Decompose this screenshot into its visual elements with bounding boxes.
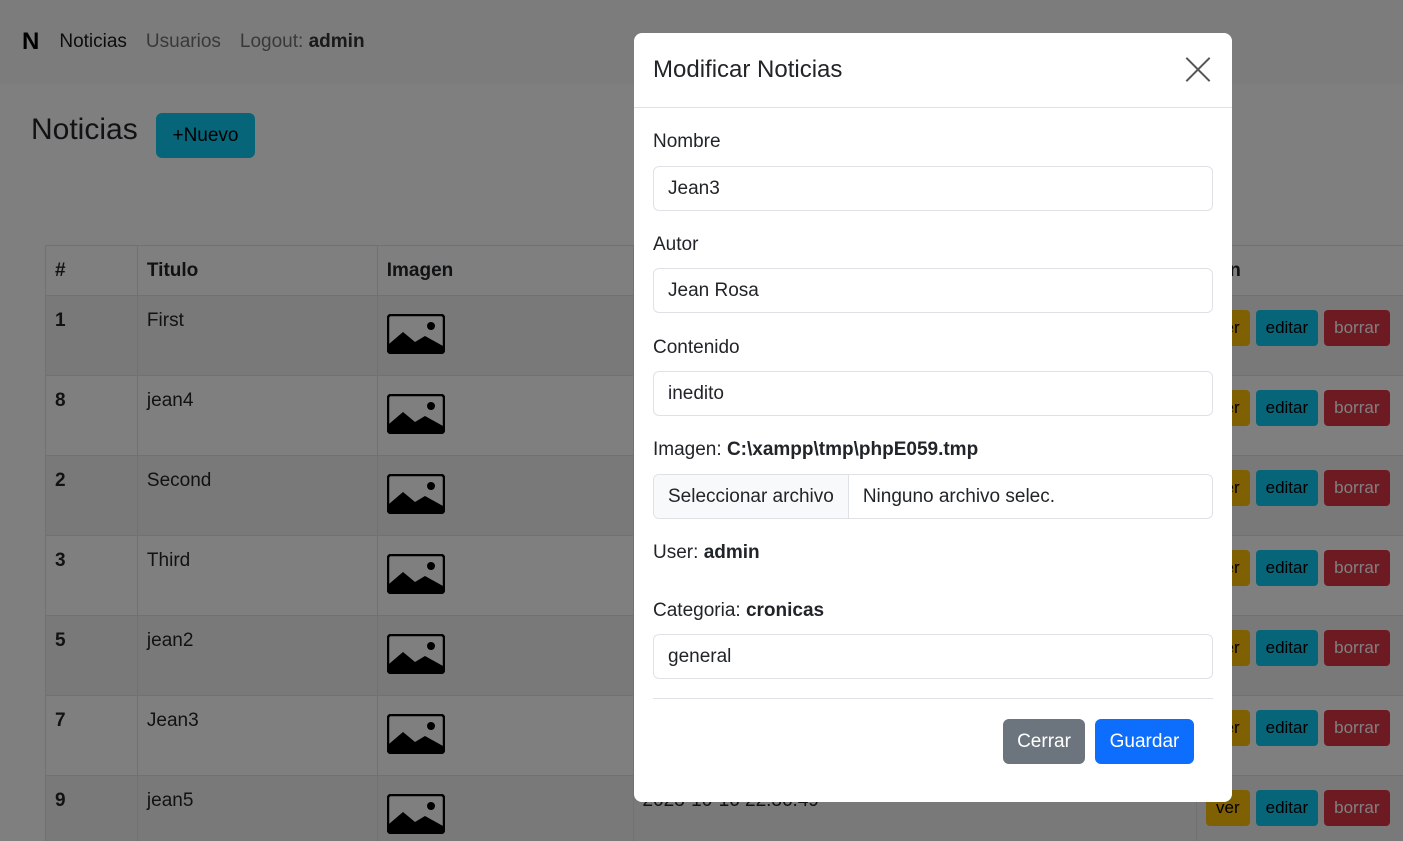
modal-divider xyxy=(653,698,1213,699)
contenido-label: Contenido xyxy=(653,337,740,358)
imagen-path: C:\xampp\tmp\phpE059.tmp xyxy=(726,439,979,460)
nombre-label: Nombre xyxy=(653,131,721,152)
user-value: admin xyxy=(703,542,760,563)
contenido-input[interactable] xyxy=(653,371,1213,416)
autor-input[interactable] xyxy=(653,268,1213,313)
nombre-input[interactable] xyxy=(653,166,1213,211)
modal-header: Modificar Noticias xyxy=(634,33,1232,108)
edit-news-modal: Modificar Noticias Nombre Autor Contenid… xyxy=(634,33,1232,802)
imagen-label-text: Imagen: xyxy=(653,439,722,460)
file-name: Ninguno archivo selec. xyxy=(862,485,1056,507)
imagen-label: Imagen: C:\xampp\tmp\phpE059.tmp xyxy=(653,439,978,461)
categoria-label: Categoria: cronicas xyxy=(653,600,824,622)
user-label: User: admin xyxy=(653,542,760,564)
categoria-label-text: Categoria: xyxy=(653,600,741,621)
cerrar-button[interactable]: Cerrar xyxy=(1003,719,1085,764)
file-select-button[interactable]: Seleccionar archivo xyxy=(654,475,849,518)
user-label-text: User: xyxy=(653,542,699,563)
modal-title: Modificar Noticias xyxy=(653,56,843,83)
guardar-button[interactable]: Guardar xyxy=(1095,719,1194,764)
file-input[interactable]: Seleccionar archivo Ninguno archivo sele… xyxy=(653,474,1213,519)
categoria-input[interactable] xyxy=(653,634,1213,679)
autor-label: Autor xyxy=(653,234,699,255)
categoria-value: cronicas xyxy=(745,600,825,621)
close-icon[interactable] xyxy=(1183,55,1213,85)
